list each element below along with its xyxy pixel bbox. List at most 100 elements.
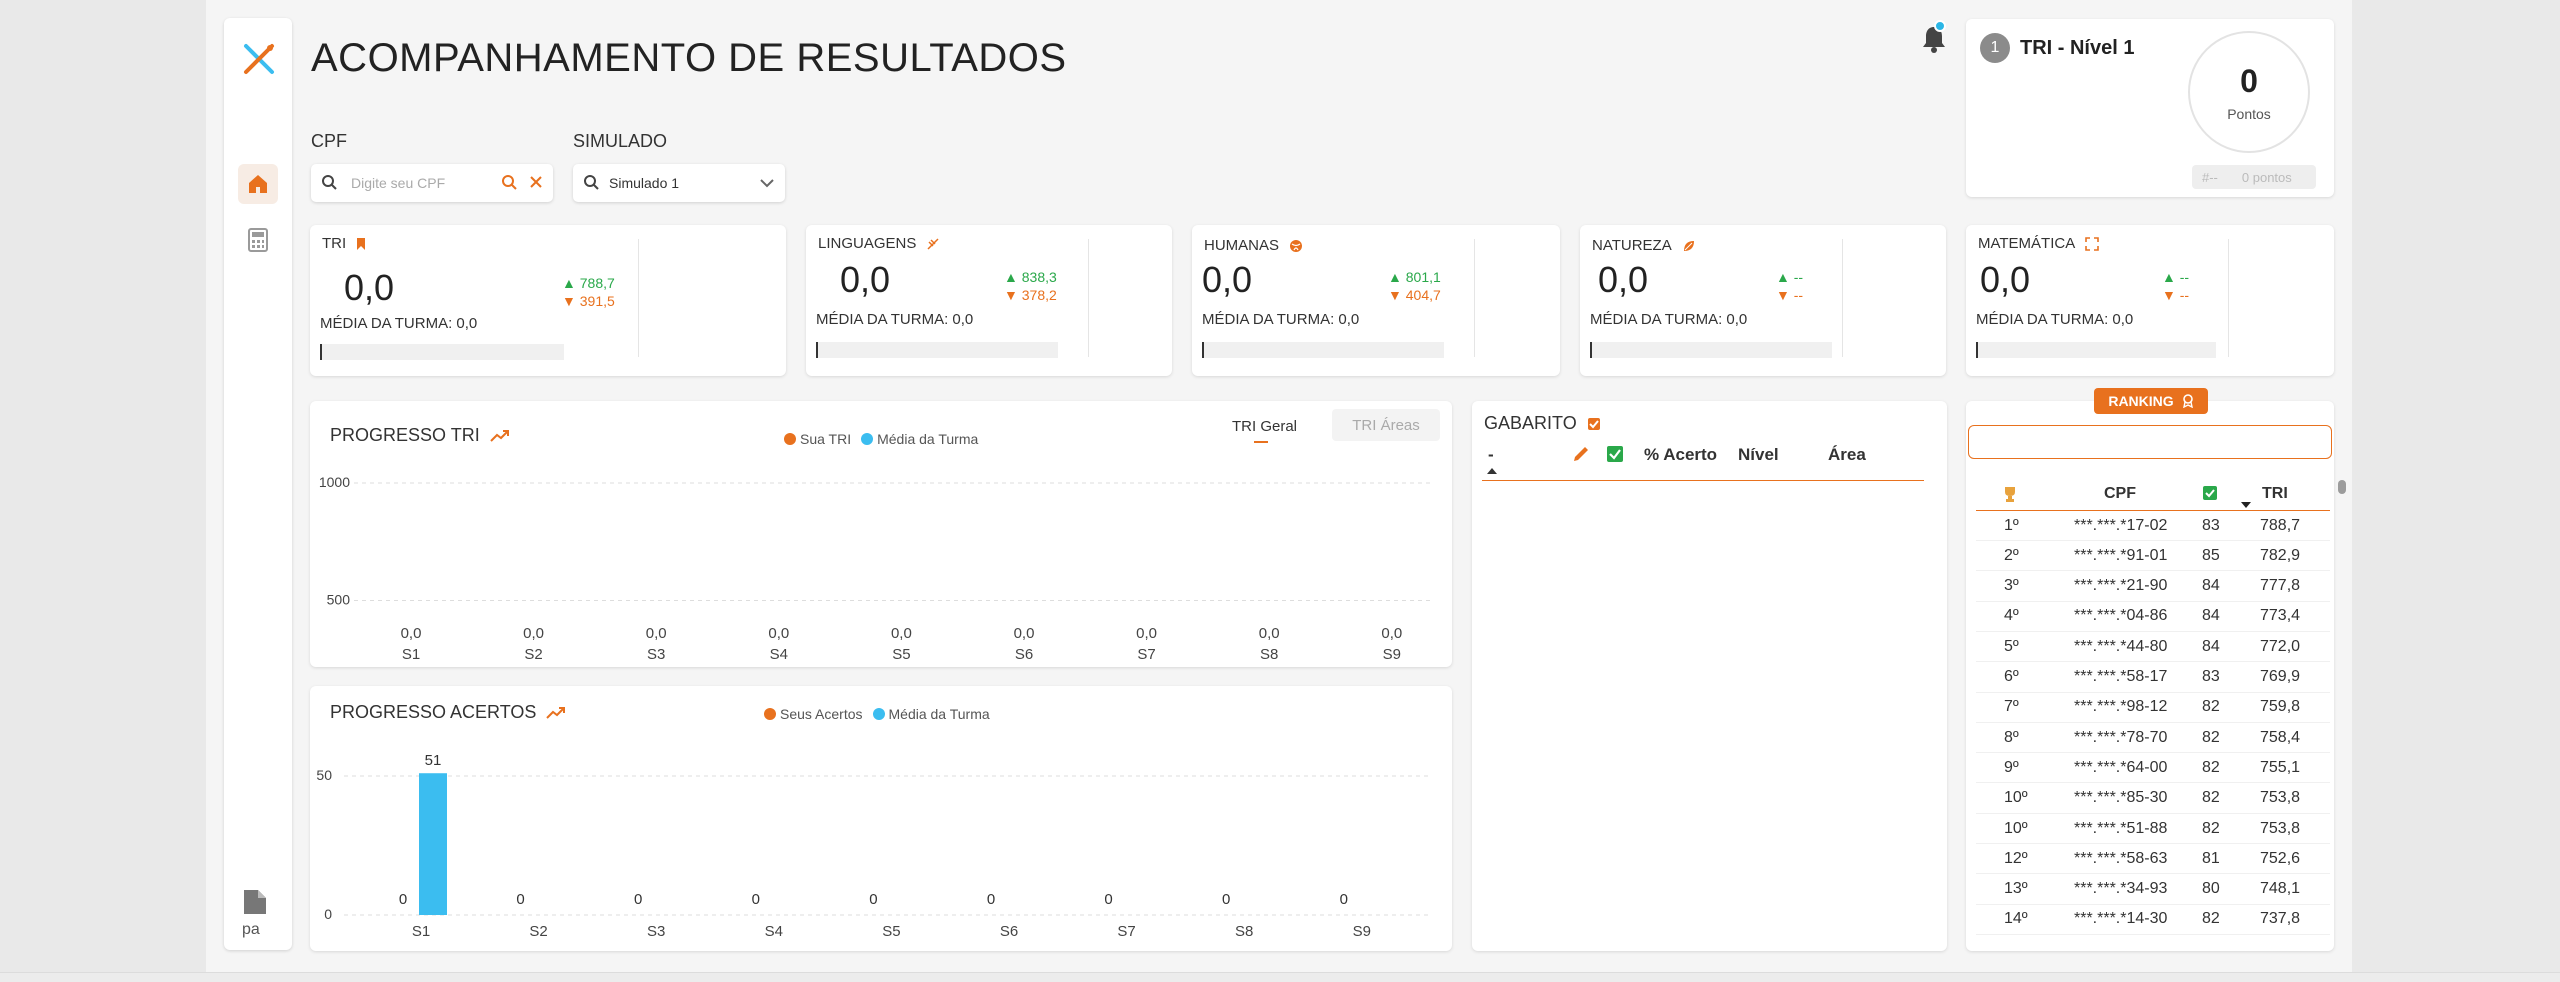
ranking-cpf: ***.***.*44-80 [2074,637,2168,655]
ranking-row[interactable]: 7º ***.***.*98-12 82 759,8 [1976,693,2330,723]
score-value: 0,0 [344,267,395,308]
x-tick-label: S8 [1235,923,1253,940]
ranking-acertos: 83 [2202,516,2220,534]
ranking-position: 9º [2004,758,2019,776]
ranking-position: 10º [2004,819,2028,837]
score-card-matematica: MATEMÁTICA 0,0 ▲ -- ▼ -- MÉDIA DA TURMA:… [1966,225,2334,376]
score-min: ▼ 391,5 [562,293,615,309]
ranking-row[interactable]: 9º ***.***.*64-00 82 755,1 [1976,753,2330,784]
y-tick-label: 1000 [319,474,350,490]
x-tick-label: S8 [1260,646,1278,663]
score-progress-bar [320,344,564,360]
check-square-icon [2203,486,2217,500]
ranking-position: 3º [2004,577,2019,595]
divider [1088,239,1089,357]
points-label: Pontos [2227,105,2271,122]
ranking-row[interactable]: 8º ***.***.*78-70 82 758,4 [1976,723,2330,754]
gabarito-header: - % Acerto Nível Área [1482,443,1924,481]
ranking-position: 2º [2004,546,2019,564]
col-tri[interactable]: TRI [2262,485,2288,503]
home-icon[interactable] [238,164,278,204]
score-min: ▼ -- [2162,287,2190,303]
x-tick-label: S9 [1353,923,1371,940]
ranking-row[interactable]: 10º ***.***.*85-30 82 753,8 [1976,784,2330,814]
x-tick-label: S6 [1015,646,1033,663]
col-area[interactable]: Área [1828,445,1866,465]
score-value: 0,0 [1202,259,1253,300]
x-tick-label: S6 [1000,923,1018,940]
col-cpf[interactable]: CPF [2104,485,2136,503]
ranking-position: 8º [2004,728,2019,746]
search-icon [583,174,599,193]
ranking-row[interactable]: 4º ***.***.*04-86 84 773,4 [1976,602,2330,632]
search-submit-icon[interactable] [501,174,517,193]
simulado-select[interactable]: Simulado 1 [573,164,785,202]
ranking-row[interactable]: 13º ***.***.*34-93 80 748,1 [1976,875,2330,905]
class-mean: MÉDIA DA TURMA: 0,0 [1590,311,1748,328]
cpf-input[interactable]: Digite seu CPF [311,164,553,202]
ranking-row[interactable]: 6º ***.***.*58-17 83 769,9 [1976,663,2330,693]
sort-column[interactable]: - [1488,445,1494,465]
bar-label: 0 [869,891,877,908]
scrollbar-thumb[interactable] [2338,480,2346,494]
clear-icon[interactable] [529,175,543,192]
x-tick-label: S1 [402,646,420,663]
points-circle: 0 Pontos [2188,31,2310,153]
ranking-row[interactable]: 14º ***.***.*14-30 82 737,8 [1976,905,2330,935]
x-tick-label: S3 [647,923,665,940]
x-tick-label: S7 [1137,646,1155,663]
data-label: 0,0 [1259,625,1280,642]
score-progress-bar [1202,342,1444,358]
ranking-tri: 782,9 [2260,546,2301,564]
ranking-cpf: ***.***.*17-02 [2074,516,2168,534]
ranking-row[interactable]: 5º ***.***.*44-80 84 772,0 [1976,632,2330,663]
ranking-position: 5º [2004,637,2019,655]
app-logo-icon[interactable] [242,42,276,76]
page-title: ACOMPANHAMENTO DE RESULTADOS [311,36,1067,80]
ranking-acertos: 82 [2202,910,2220,928]
bookmark-icon [357,237,366,250]
score-max: ▲ -- [1776,269,1804,285]
cpf-placeholder: Digite seu CPF [351,175,446,191]
ranking-acertos: 85 [2202,546,2220,564]
chevron-down-icon[interactable] [759,175,775,191]
ranking-tri: 752,6 [2260,849,2301,867]
divider [638,239,639,357]
ranking-search-input[interactable] [1968,425,2332,459]
ranking-tri: 737,8 [2260,910,2301,928]
ranking-position: 12º [2004,849,2028,867]
ranking-tri: 748,1 [2260,880,2301,898]
gabarito-title: GABARITO [1484,413,1601,434]
ranking-row[interactable]: 10º ***.***.*51-88 82 753,8 [1976,814,2330,844]
data-label: 0,0 [401,625,422,642]
pencil-icon [1574,447,1588,461]
score-title: HUMANAS [1204,237,1303,254]
score-card-linguagens: LINGUAGENS 0,0 ▲ 838,3 ▼ 378,2 MÉDIA DA … [806,225,1172,376]
x-tick-label: S2 [529,923,547,940]
score-max: ▲ -- [2162,269,2190,285]
score-value: 0,0 [1980,259,2031,300]
ranking-acertos: 84 [2202,577,2220,595]
ranking-acertos: 84 [2202,607,2220,625]
checkbox-icon [1587,417,1600,430]
score-max: ▲ 838,3 [1004,269,1057,285]
ranking-row[interactable]: 2º ***.***.*91-01 85 782,9 [1976,541,2330,572]
bar-label: 0 [987,891,995,908]
x-tick-label: S5 [882,923,900,940]
col-nivel[interactable]: Nível [1738,445,1779,465]
ranking-row[interactable]: 1º ***.***.*17-02 83 788,7 [1976,511,2330,541]
col-acerto[interactable]: % Acerto [1644,445,1717,465]
score-progress-bar [816,342,1058,358]
level-card: 1 TRI - Nível 1 0 Pontos #-- 0 pontos [1966,19,2334,197]
x-tick-label: S5 [892,646,910,663]
ranking-tri: 769,9 [2260,668,2301,685]
ranking-cpf: ***.***.*21-90 [2074,577,2168,595]
ranking-tri: 753,8 [2260,789,2301,807]
ranking-header: CPF TRI [1976,477,2330,511]
calculator-icon[interactable] [244,226,272,254]
simulado-label: SIMULADO [573,131,668,151]
ranking-row[interactable]: 12º ***.***.*58-63 81 752,6 [1976,844,2330,875]
divider [1842,239,1843,357]
ranking-row[interactable]: 3º ***.***.*21-90 84 777,8 [1976,572,2330,602]
ranking-acertos: 82 [2202,728,2220,746]
